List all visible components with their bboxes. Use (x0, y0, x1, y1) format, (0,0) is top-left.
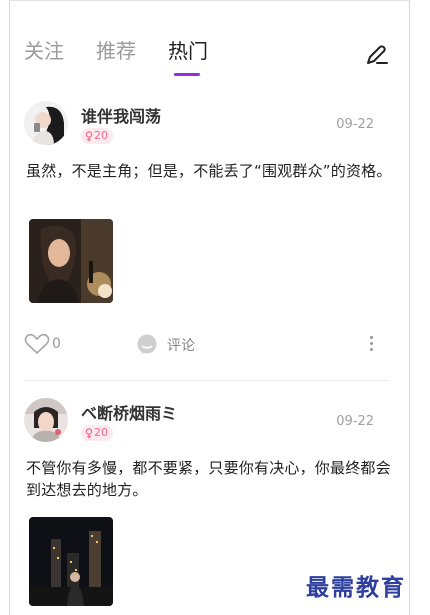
post-text: 不管你有多慢，都不要紧，只要你有决心，你最终都会到达想去的地方。 (26, 459, 391, 499)
tab-recommend[interactable]: 推荐 (96, 38, 136, 68)
female-icon (85, 427, 93, 438)
comment-button[interactable]: 评论 (136, 334, 195, 356)
like-button[interactable]: 0 (24, 333, 61, 355)
tab-follow[interactable]: 关注 (24, 38, 64, 68)
heart-icon (24, 333, 50, 354)
post-text: 虽然，不是主角；但是，不能丢了“围观群众”的资格。 (26, 162, 392, 180)
post-card: 谁伴我闯荡 20 09-22 虽然，不是主角；但是，不能丢了“围观群众”的资格。… (24, 101, 396, 381)
feed-tabs: 关注 推荐 热门 (24, 38, 208, 76)
comment-bubble-icon (137, 334, 157, 354)
age-text: 20 (94, 426, 108, 439)
gender-age-badge: 20 (81, 425, 113, 441)
username[interactable]: ベ断桥烟雨ミ (81, 400, 177, 424)
like-count: 0 (52, 336, 61, 352)
post-actions: 0 评论 (24, 333, 396, 359)
avatar[interactable] (24, 101, 68, 145)
avatar[interactable] (24, 398, 68, 442)
post-date: 09-22 (336, 117, 374, 132)
username[interactable]: 谁伴我闯荡 (81, 103, 161, 127)
compose-icon[interactable] (363, 42, 389, 68)
post-date: 09-22 (336, 414, 374, 429)
post-divider (24, 380, 390, 381)
gender-age-badge: 20 (81, 128, 113, 144)
post-photo[interactable] (29, 517, 113, 606)
tab-hot[interactable]: 热门 (168, 38, 208, 76)
post-photo[interactable] (29, 219, 113, 303)
comment-label: 评论 (167, 338, 195, 354)
age-text: 20 (94, 129, 108, 142)
female-icon (85, 130, 93, 141)
watermark-logo: 最需教育 (306, 574, 406, 601)
more-options-icon[interactable] (366, 333, 376, 355)
